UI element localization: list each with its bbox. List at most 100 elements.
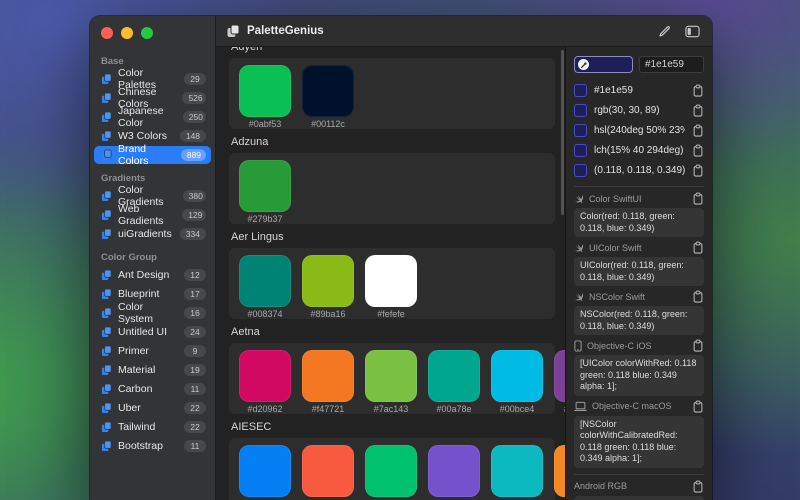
- sidebar-item-primer[interactable]: Primer9: [94, 342, 211, 360]
- palette-swatch[interactable]: #279b37: [239, 160, 291, 221]
- swatch-hex-label: #f47721: [302, 404, 354, 414]
- snippet-header: Android RGB: [574, 480, 704, 493]
- color-swatch[interactable]: [491, 445, 543, 497]
- color-swatch[interactable]: [302, 350, 354, 402]
- close-button[interactable]: [101, 27, 113, 39]
- snippet-code[interactable]: Color(red: 0.118, green: 0.118, blue: 0.…: [574, 208, 704, 237]
- sidebar-item-material[interactable]: Material19: [94, 361, 211, 379]
- swift-icon: [574, 194, 584, 204]
- color-swatch[interactable]: [239, 160, 291, 212]
- panel-toggle-icon[interactable]: [685, 25, 700, 38]
- palette-swatch[interactable]: #f47721: [302, 350, 354, 411]
- palette-swatch[interactable]: #00112c: [302, 65, 354, 126]
- copy-icon[interactable]: [692, 192, 704, 205]
- sidebar-item-carbon[interactable]: Carbon11: [94, 380, 211, 398]
- scrollbar-thumb[interactable]: [561, 50, 564, 215]
- eyedropper-icon[interactable]: [578, 59, 589, 70]
- sidebar: BaseColor Palettes29Chinese Colors526Jap…: [90, 16, 216, 500]
- color-swatch[interactable]: [302, 255, 354, 307]
- color-swatch[interactable]: [491, 350, 543, 402]
- divider: [574, 474, 704, 475]
- palette-swatch[interactable]: #037ef3: [239, 445, 291, 500]
- swift-icon: [574, 243, 584, 253]
- snippet-code[interactable]: [NSColor colorWithCalibratedRed: 0.118 g…: [574, 416, 704, 468]
- item-count-badge: 380: [183, 190, 206, 202]
- sidebar-item-uigradients[interactable]: uiGradients334: [94, 225, 211, 243]
- palette-swatch[interactable]: #0cb9c1: [491, 445, 543, 500]
- format-value: rgb(30, 30, 89): [594, 105, 660, 116]
- sidebar-item-web-gradients[interactable]: Web Gradients129: [94, 206, 211, 224]
- sidebar-item-ant-design[interactable]: Ant Design12: [94, 266, 211, 284]
- sidebar-item-tailwind[interactable]: Tailwind22: [94, 418, 211, 436]
- color-swatch[interactable]: [554, 445, 565, 497]
- copy-icon[interactable]: [692, 124, 704, 137]
- color-swatch[interactable]: [239, 445, 291, 497]
- snippet-code[interactable]: UIColor(red: 0.118, green: 0.118, blue: …: [574, 257, 704, 286]
- palette-swatch[interactable]: #7ac143: [365, 350, 417, 411]
- palette-swatch[interactable]: #7d3f98: [554, 350, 565, 411]
- item-count-badge: 29: [184, 73, 206, 85]
- inspector-swatch[interactable]: [574, 56, 633, 73]
- palette-swatch[interactable]: #00bce4: [491, 350, 543, 411]
- snippet-label: NSColor Swift: [589, 292, 645, 302]
- palette-swatch[interactable]: #f85a40: [302, 445, 354, 500]
- palette-swatch[interactable]: #008374: [239, 255, 291, 316]
- pencil-icon[interactable]: [658, 25, 671, 38]
- color-inspector: #1e1e59rgb(30, 30, 89)hsl(240deg 50% 23%…: [565, 47, 712, 500]
- sidebar-item-label: Material: [118, 364, 155, 376]
- format-color-chip: [574, 144, 587, 157]
- palette-swatch[interactable]: #0abf53: [239, 65, 291, 126]
- palette-swatch[interactable]: #f48924: [554, 445, 565, 500]
- snippet-code[interactable]: [UIColor colorWithRed: 0.118 green: 0.11…: [574, 355, 704, 396]
- color-swatch[interactable]: [365, 445, 417, 497]
- palette-swatch[interactable]: #00c16e: [365, 445, 417, 500]
- color-swatch[interactable]: [428, 350, 480, 402]
- color-swatch[interactable]: [239, 65, 291, 117]
- copy-icon[interactable]: [692, 84, 704, 97]
- copy-icon[interactable]: [692, 339, 704, 352]
- color-swatch[interactable]: [365, 255, 417, 307]
- palette-swatch[interactable]: #fefefe: [365, 255, 417, 316]
- palette-name: AIESEC: [231, 421, 555, 433]
- palette-name: Aetna: [231, 326, 555, 338]
- sidebar-item-untitled-ui[interactable]: Untitled UI24: [94, 323, 211, 341]
- palette-swatch[interactable]: #00a78e: [428, 350, 480, 411]
- item-count-badge: 9: [184, 345, 206, 357]
- sidebar-item-brand-colors[interactable]: Brand Colors889: [94, 146, 211, 164]
- swatch-hex-label: #00a78e: [428, 404, 480, 414]
- item-count-badge: 12: [184, 269, 206, 281]
- snippet-header: Color SwiftUI: [574, 192, 704, 205]
- palette-swatch[interactable]: #d20962: [239, 350, 291, 411]
- folder-copy-icon: [101, 440, 112, 452]
- hex-input[interactable]: [639, 56, 704, 73]
- sidebar-item-uber[interactable]: Uber22: [94, 399, 211, 417]
- copy-icon[interactable]: [692, 400, 704, 413]
- copy-icon[interactable]: [692, 480, 704, 493]
- copy-icon[interactable]: [692, 241, 704, 254]
- color-swatch[interactable]: [239, 255, 291, 307]
- minimize-button[interactable]: [121, 27, 133, 39]
- palette-swatch[interactable]: #89ba16: [302, 255, 354, 316]
- copy-icon[interactable]: [692, 164, 704, 177]
- copy-icon[interactable]: [692, 290, 704, 303]
- color-swatch[interactable]: [239, 350, 291, 402]
- palette-swatch[interactable]: #7552cc: [428, 445, 480, 500]
- color-swatch[interactable]: [302, 65, 354, 117]
- color-swatch[interactable]: [302, 445, 354, 497]
- sidebar-item-label: Uber: [118, 402, 141, 414]
- swatch-hex-label: #d20962: [239, 404, 291, 414]
- color-swatch[interactable]: [428, 445, 480, 497]
- color-swatch[interactable]: [554, 350, 565, 402]
- color-swatch[interactable]: [365, 350, 417, 402]
- palette-card: #008374#89ba16#fefefe: [229, 248, 555, 319]
- sidebar-item-bootstrap[interactable]: Bootstrap11: [94, 437, 211, 455]
- copy-icon[interactable]: [692, 104, 704, 117]
- zoom-button[interactable]: [141, 27, 153, 39]
- snippet-header: Objective-C iOS: [574, 339, 704, 352]
- copy-icon[interactable]: [692, 144, 704, 157]
- sidebar-item-color-system[interactable]: Color System16: [94, 304, 211, 322]
- snippet-code[interactable]: Color.rgb(30, 30, 89): [574, 496, 704, 500]
- sidebar-section-label: Gradients: [101, 173, 205, 184]
- sidebar-item-japanese-color[interactable]: Japanese Color250: [94, 108, 211, 126]
- snippet-code[interactable]: NSColor(red: 0.118, green: 0.118, blue: …: [574, 306, 704, 335]
